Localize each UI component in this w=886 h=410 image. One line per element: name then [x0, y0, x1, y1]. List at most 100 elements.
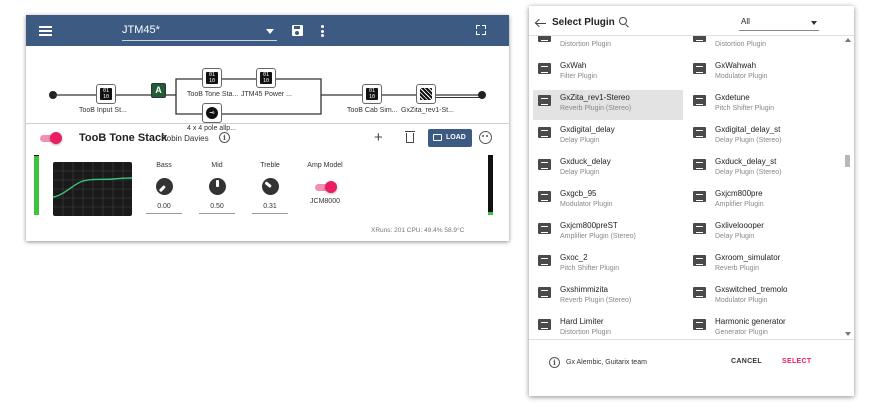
treble-knob[interactable] [262, 178, 279, 195]
scrollbar[interactable] [844, 38, 851, 336]
load-icon [433, 134, 442, 141]
plugin-type: Pitch Shifter Plugin [715, 105, 775, 112]
menu-icon[interactable] [39, 26, 52, 36]
plugin-type: Distortion Plugin [560, 329, 611, 336]
plugin-name: Gxroom_simulator [715, 253, 781, 262]
plugin-icon [538, 159, 551, 170]
chain-node-allpass[interactable]: ⊸ [202, 103, 222, 123]
bass-value[interactable]: 0.00 [146, 203, 182, 214]
plugin-icon [538, 255, 551, 266]
chain-node-input-stage[interactable]: 01 10 [96, 84, 116, 104]
save-icon[interactable] [292, 25, 303, 36]
back-arrow-icon[interactable] [534, 18, 546, 29]
select-button[interactable]: SELECT [782, 358, 811, 365]
search-icon[interactable] [619, 17, 627, 25]
split-node-a[interactable]: A [151, 83, 166, 98]
fullscreen-icon[interactable] [476, 25, 486, 35]
chain-node-zita-reverb[interactable] [416, 84, 436, 104]
plugin-title: TooB Tone Stack [79, 132, 168, 144]
plugin-list-item[interactable]: Gxjcm800preST Amplifier Plugin (Stereo) [533, 218, 683, 248]
plugin-name: Gxduck_delay [560, 157, 611, 166]
plugin-list-item[interactable]: Gxoc_2 Pitch Shifter Plugin [533, 250, 683, 280]
plugin-type: Amplifier Plugin (Stereo) [560, 233, 636, 240]
plugin-list-item[interactable]: Gxdigital_delay Delay Plugin [533, 122, 683, 152]
plugin-type: Modulator Plugin [715, 73, 768, 80]
plugin-list-item[interactable]: GxWahwah Modulator Plugin [688, 58, 838, 88]
amp-model-toggle[interactable] [315, 181, 337, 193]
plugin-list-item[interactable]: Gxdigital_delay_st Delay Plugin (Stereo) [688, 122, 838, 152]
load-label: LOAD [446, 134, 466, 141]
info-icon[interactable]: i [219, 132, 230, 143]
plugin-type: Delay Plugin [560, 137, 600, 144]
plugin-icon [538, 319, 551, 330]
load-button[interactable]: LOAD [428, 129, 472, 147]
dropdown-caret-icon [811, 21, 817, 25]
select-plugin-dialog: Select Plugin All Distortion Plugin Disto… [529, 6, 854, 396]
add-icon[interactable]: + [374, 130, 383, 145]
plugin-type: Reverb Plugin [715, 265, 759, 272]
treble-value[interactable]: 0.31 [252, 203, 288, 214]
plugin-name: Hard Limiter [560, 317, 604, 326]
info-icon[interactable]: i [549, 357, 560, 368]
chain-node-power-amp[interactable]: 01 10 [256, 68, 276, 88]
bass-knob[interactable] [156, 178, 173, 195]
plugin-list-item[interactable]: Gxliveloooper Delay Plugin [688, 218, 838, 248]
plugin-icon [538, 191, 551, 202]
plugin-name: Gxdigital_delay [560, 125, 615, 134]
plugin-enable-toggle[interactable] [40, 132, 62, 144]
plugin-name: Gxduck_delay_st [715, 157, 777, 166]
plugin-icon [538, 223, 551, 234]
plugin-list-item[interactable]: Gxduck_delay Delay Plugin [533, 154, 683, 184]
plugin-type: Pitch Shifter Plugin [560, 265, 620, 272]
status-bar: XRuns: 201 CPU: 49.4% 58.9°C [371, 227, 465, 234]
plugin-list-item[interactable]: Harmonic generator Generator Plugin [688, 314, 838, 336]
plugin-type: Delay Plugin [560, 169, 600, 176]
plugin-list-item[interactable]: GxWah Filter Plugin [533, 58, 683, 88]
plugin-list-item[interactable]: Gxswitched_tremolo Modulator Plugin [688, 282, 838, 312]
plugin-name: Gxswitched_tremolo [715, 285, 788, 294]
delete-icon[interactable] [405, 131, 415, 143]
plugin-type: Delay Plugin [715, 233, 755, 240]
preset-selector[interactable]: JTM45* [122, 21, 277, 41]
plugin-type-filter[interactable]: All [739, 16, 819, 31]
chain-node-label: GxZita_rev1-St... [401, 107, 454, 114]
chain-node-label: TooB Cab Sim... [347, 107, 398, 114]
plugin-list-item[interactable]: Gxgcb_95 Modulator Plugin [533, 186, 683, 216]
face-icon[interactable] [479, 131, 492, 144]
plugin-icon [538, 127, 551, 138]
plugin-name: Gxdetune [715, 93, 750, 102]
plugin-list-item[interactable]: Gxjcm800pre Amplifier Plugin [688, 186, 838, 216]
plugin-type: Generator Plugin [715, 329, 768, 336]
chain-node-tone-stack[interactable]: 01 10 [202, 68, 222, 88]
plugin-name: Gxgcb_95 [560, 189, 597, 198]
plugin-list-item[interactable]: Gxduck_delay_st Delay Plugin (Stereo) [688, 154, 838, 184]
cancel-button[interactable]: CANCEL [731, 358, 762, 365]
plugin-list-item[interactable]: Gxroom_simulator Reverb Plugin [688, 250, 838, 280]
scroll-up-icon[interactable] [845, 38, 851, 42]
plugin-list-item[interactable]: GxZita_rev1-Stereo Reverb Plugin (Stereo) [533, 90, 683, 120]
plugin-icon [693, 319, 706, 330]
plugin-list-item[interactable]: Gxshimmizita Reverb Plugin (Stereo) [533, 282, 683, 312]
plugin-list-item[interactable]: Gxdetune Pitch Shifter Plugin [688, 90, 838, 120]
scroll-thumb[interactable] [845, 155, 850, 167]
chain-node-cab-sim[interactable]: 01 10 [362, 84, 382, 104]
treble-label: Treble [260, 162, 280, 169]
plugin-icon [693, 36, 706, 42]
plugin-type: Filter Plugin [560, 73, 597, 80]
bass-label: Bass [156, 162, 172, 169]
plugin-list-item[interactable]: Distortion Plugin [688, 36, 838, 56]
signal-chain: 01 10 TooB Input St... A 01 10 TooB Tone S… [26, 46, 509, 132]
more-vert-icon[interactable] [321, 25, 324, 37]
input-vu-meter [34, 155, 39, 215]
plugin-name: GxWahwah [715, 61, 757, 70]
plugin-icon [538, 36, 551, 42]
mid-knob[interactable] [209, 178, 226, 195]
plugin-list-item[interactable]: Hard Limiter Distortion Plugin [533, 314, 683, 336]
plugin-icon [538, 95, 551, 106]
pedalboard-window: JTM45* 01 10 TooB Input St... A 01 10 TooB… [26, 15, 509, 241]
plugin-list-item[interactable]: Distortion Plugin [533, 36, 683, 56]
preset-name: JTM45* [122, 24, 160, 36]
scroll-down-icon[interactable] [845, 332, 851, 336]
dropdown-caret-icon [266, 29, 274, 34]
mid-value[interactable]: 0.50 [199, 203, 235, 214]
